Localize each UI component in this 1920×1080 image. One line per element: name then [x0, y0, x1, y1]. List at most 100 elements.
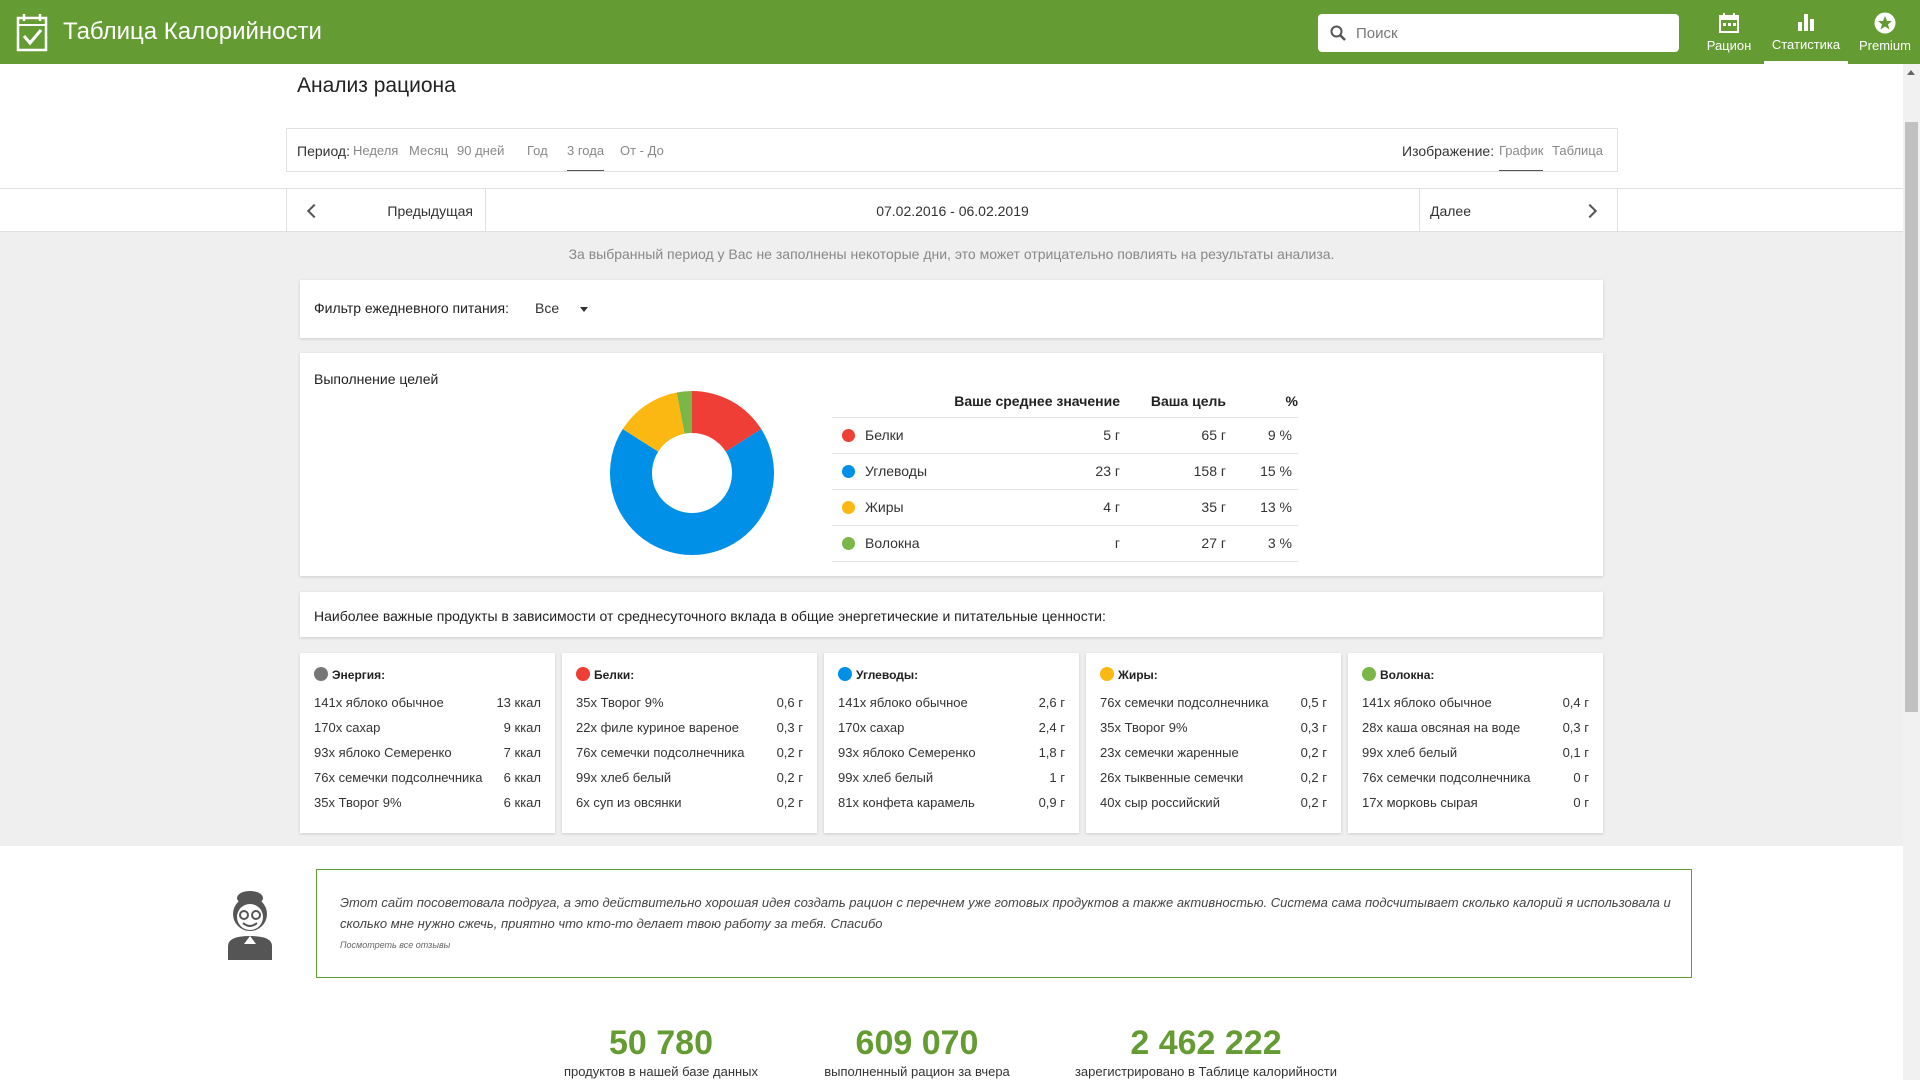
product-row: 141x яблоко обычное 2,6 г	[838, 695, 1065, 710]
next-label: Далее	[1430, 202, 1472, 219]
product-value: 0,9 г	[1038, 795, 1065, 810]
product-row: 35x Творог 9% 0,6 г	[576, 695, 803, 710]
product-value: 1,8 г	[1038, 745, 1065, 760]
product-value: 0,4 г	[1562, 695, 1589, 710]
chevron-right-icon	[1582, 203, 1598, 218]
stat-diaries-label: выполненный рацион за вчера	[824, 1064, 1010, 1079]
nav-premium[interactable]: Premium	[1852, 0, 1918, 64]
product-value: 2,6 г	[1038, 695, 1065, 710]
product-value: 0,3 г	[1300, 720, 1327, 735]
period-week[interactable]: Неделя	[353, 143, 398, 158]
group-name: Белки:	[594, 668, 635, 682]
product-name: 35x Творог 9%	[1100, 720, 1188, 735]
product-name: 170x сахар	[314, 720, 381, 735]
goal-value: 65 г	[1120, 416, 1226, 453]
group-title: Энергия:	[314, 667, 385, 682]
product-row: 76x семечки подсолнечника 0,5 г	[1100, 695, 1327, 710]
nav-ration[interactable]: Рацион	[1700, 0, 1758, 64]
filter-label: Фильтр ежедневного питания:	[314, 300, 509, 316]
period-90-days[interactable]: 90 дней	[457, 143, 504, 158]
product-name: 22x филе куриное вареное	[576, 720, 739, 735]
stat-products-count: 50 780	[609, 1024, 713, 1062]
date-range: 07.02.2016 - 06.02.2019	[485, 189, 1419, 232]
nutrient-name: Волокна	[865, 535, 920, 551]
product-value: 0 г	[1573, 770, 1589, 785]
product-group-card: Углеводы: 141x яблоко обычное 2,6 г 170x…	[824, 653, 1079, 833]
goal-value: 35 г	[1120, 488, 1226, 525]
group-title: Белки:	[576, 667, 634, 682]
product-value: 0,2 г	[1300, 770, 1327, 785]
product-row: 35x Творог 9% 6 ккал	[314, 795, 541, 810]
star-icon	[1874, 12, 1896, 34]
previous-button[interactable]: Предыдущая	[286, 189, 485, 232]
product-row: 26x тыквенные семечки 0,2 г	[1100, 770, 1327, 785]
product-row: 22x филе куриное вареное 0,3 г	[576, 720, 803, 735]
product-row: 141x яблоко обычное 13 ккал	[314, 695, 541, 710]
nav-ration-label: Рацион	[1706, 38, 1752, 53]
chevron-left-icon	[306, 203, 322, 218]
period-3-years[interactable]: 3 года	[567, 143, 605, 171]
product-value: 0,2 г	[1300, 745, 1327, 760]
product-row: 81x конфета карамель 0,9 г	[838, 795, 1065, 810]
period-year[interactable]: Год	[527, 143, 548, 158]
group-title: Углеводы:	[838, 667, 918, 682]
scroll-up-icon[interactable]	[1907, 70, 1915, 75]
product-value: 0,2 г	[776, 745, 803, 760]
product-name: 170x сахар	[838, 720, 905, 735]
product-value: 2,4 г	[1038, 720, 1065, 735]
scrollbar-thumb[interactable]	[1905, 122, 1918, 712]
product-row: 99x хлеб белый 0,1 г	[1362, 745, 1589, 760]
percent-value: 15 %	[1226, 452, 1298, 489]
product-name: 23x семечки жаренные	[1100, 745, 1239, 760]
stat-products-label: продуктов в нашей базе данных	[563, 1064, 759, 1079]
group-name: Энергия:	[332, 668, 386, 682]
product-row: 76x семечки подсолнечника 0 г	[1362, 770, 1589, 785]
next-button[interactable]: Далее	[1419, 189, 1618, 232]
legend-dot	[842, 537, 855, 550]
period-label: Период:	[297, 143, 350, 159]
average-value: 5 г	[944, 416, 1120, 453]
percent-value: 13 %	[1226, 488, 1298, 525]
stat-diaries-count: 609 070	[855, 1024, 979, 1062]
group-dot	[314, 667, 328, 681]
product-row: 40x сыр российский 0,2 г	[1100, 795, 1327, 810]
view-table[interactable]: Таблица	[1552, 143, 1603, 158]
caret-down-icon[interactable]	[580, 307, 588, 312]
goals-title: Выполнение целей	[314, 371, 439, 387]
filter-select[interactable]: Все	[535, 300, 559, 316]
product-row: 23x семечки жаренные 0,2 г	[1100, 745, 1327, 760]
product-value: 0,2 г	[776, 795, 803, 810]
product-row: 170x сахар 9 ккал	[314, 720, 541, 735]
goal-value: 27 г	[1120, 524, 1226, 562]
nutrient-name: Углеводы	[865, 463, 928, 479]
incomplete-data-notice: За выбранный период у Вас не заполнены н…	[568, 246, 1335, 262]
product-row: 35x Творог 9% 0,3 г	[1100, 720, 1327, 735]
product-name: 93x яблоко Семеренко	[314, 745, 452, 760]
product-name: 141x яблоко обычное	[838, 695, 968, 710]
product-value: 0,2 г	[776, 770, 803, 785]
view-chart[interactable]: График	[1499, 143, 1544, 171]
group-dot	[1362, 667, 1376, 681]
product-name: 99x хлеб белый	[838, 770, 934, 785]
logo-icon[interactable]	[14, 12, 50, 52]
percent-value: 3 %	[1226, 524, 1298, 562]
important-products-header: Наиболее важные продукты в зависимости о…	[300, 592, 1603, 637]
product-group-card: Белки: 35x Творог 9% 0,6 г 22x филе кури…	[562, 653, 817, 833]
average-value: 23 г	[944, 452, 1120, 489]
nav-statistics[interactable]: Статистика	[1764, 0, 1848, 64]
search-icon	[1330, 25, 1346, 41]
product-row: 17x морковь сырая 0 г	[1362, 795, 1589, 810]
product-name: 35x Творог 9%	[314, 795, 402, 810]
all-reviews-link[interactable]: Посмотреть все отзывы	[340, 940, 450, 950]
avatar-icon	[228, 891, 272, 960]
product-value: 13 ккал	[496, 695, 541, 710]
product-name: 40x сыр российский	[1100, 795, 1220, 810]
product-row: 99x хлеб белый 0,2 г	[576, 770, 803, 785]
period-custom[interactable]: От - До	[620, 143, 664, 158]
period-month[interactable]: Месяц	[409, 143, 448, 158]
scrollbar[interactable]	[1903, 64, 1920, 1080]
app-title[interactable]: Таблица Калорийности	[63, 18, 322, 46]
search-input[interactable]	[1356, 24, 1656, 42]
search-box[interactable]	[1318, 14, 1679, 52]
product-name: 28x каша овсяная на воде	[1362, 720, 1521, 735]
